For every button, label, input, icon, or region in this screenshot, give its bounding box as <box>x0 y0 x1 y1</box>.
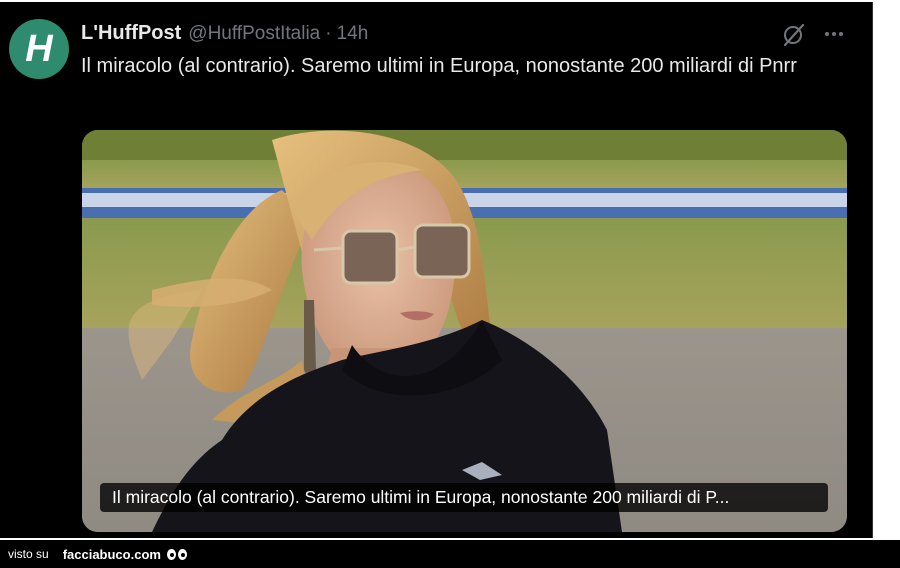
media-caption: Il miracolo (al contrario). Saremo ultim… <box>100 483 828 512</box>
more-horizontal-icon[interactable] <box>820 22 848 46</box>
eyes-icon <box>166 548 187 560</box>
tweet-header: L'HuffPost @HuffPostItalia · 14h <box>81 22 368 48</box>
watermark-footer: visto su facciabuco.com <box>0 540 900 568</box>
media-image[interactable]: Il miracolo (al contrario). Saremo ultim… <box>82 130 847 532</box>
scrollbar-gutter <box>872 2 900 538</box>
timestamp[interactable]: 14h <box>337 23 369 45</box>
tweet-text: Il miracolo (al contrario). Saremo ultim… <box>81 55 797 77</box>
avatar[interactable]: H <box>9 19 69 79</box>
tweet-card[interactable]: H L'HuffPost @HuffPostItalia · 14h Il mi… <box>0 2 872 538</box>
separator-dot: · <box>325 23 332 44</box>
grok-slash-icon[interactable] <box>781 22 807 48</box>
screenshot-frame: H L'HuffPost @HuffPostItalia · 14h Il mi… <box>0 0 900 540</box>
huffpost-h-logo-icon: H <box>25 29 54 69</box>
footer-prefix: visto su <box>8 547 49 561</box>
account-name[interactable]: L'HuffPost <box>81 22 181 45</box>
footer-site[interactable]: facciabuco.com <box>63 547 161 562</box>
svg-text:H: H <box>25 29 54 69</box>
account-handle[interactable]: @HuffPostItalia <box>188 23 320 45</box>
photo-woman-sunglasses <box>82 130 847 532</box>
